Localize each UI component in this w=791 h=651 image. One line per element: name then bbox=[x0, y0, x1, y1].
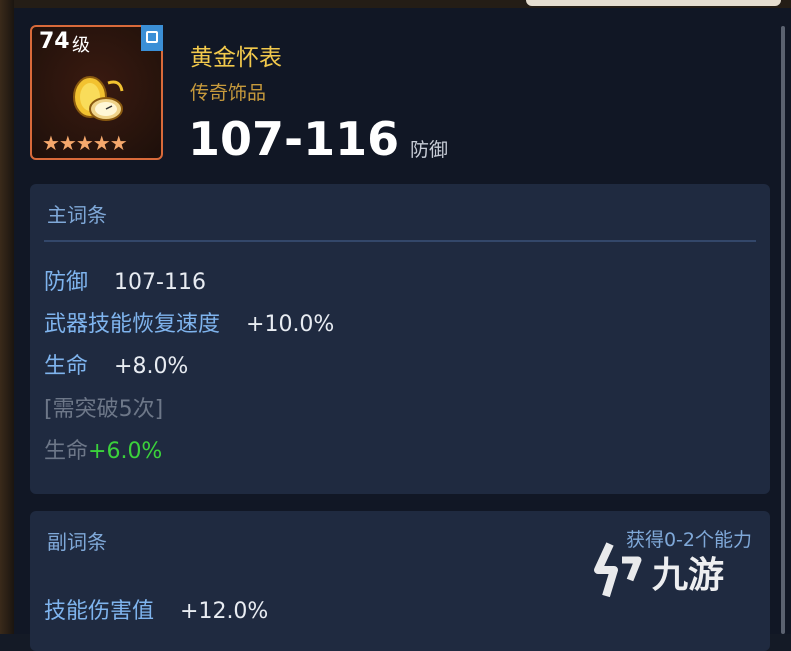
window-frame bbox=[0, 0, 14, 634]
attribute-line: 武器技能恢复速度 +10.0% bbox=[44, 306, 334, 338]
attribute-value: 107-116 bbox=[114, 270, 206, 295]
attribute-label: 生命 bbox=[44, 354, 89, 379]
rarity-stars: ★★★★★ bbox=[42, 131, 128, 155]
locked-attribute-value: +6.0% bbox=[88, 439, 163, 464]
attribute-value: +10.0% bbox=[246, 312, 335, 337]
pocket-watch-icon bbox=[73, 76, 124, 121]
locked-requirement-note: [需突破5次] bbox=[44, 397, 164, 422]
item-name: 黄金怀表 bbox=[190, 45, 282, 71]
bookmark-icon[interactable] bbox=[141, 25, 163, 51]
attribute-line: 防御 107-116 bbox=[44, 264, 206, 296]
section-title: 主词条 bbox=[47, 203, 107, 227]
attribute-value: +12.0% bbox=[180, 599, 269, 624]
item-icon-frame[interactable]: 74 级 ★★★★★ bbox=[30, 25, 163, 160]
section-title: 副词条 bbox=[47, 530, 107, 554]
watermark-text: 九游 bbox=[652, 555, 725, 596]
attribute-line: 生命 +8.0% bbox=[44, 348, 188, 380]
item-level: 74 bbox=[39, 29, 70, 54]
section-divider bbox=[44, 240, 756, 242]
item-main-stat-unit: 防御 bbox=[410, 139, 449, 161]
scrollbar[interactable] bbox=[781, 26, 785, 634]
attribute-label: 技能伤害值 bbox=[44, 599, 155, 624]
attribute-label: 防御 bbox=[44, 270, 89, 295]
top-tab[interactable] bbox=[526, 0, 781, 6]
main-attributes-section: 主词条 防御 107-116 武器技能恢复速度 +10.0% 生命 +8.0% [需突… bbox=[30, 184, 770, 494]
attribute-label: 武器技能恢复速度 bbox=[44, 312, 221, 337]
locked-attribute-line: 生命+6.0% bbox=[44, 433, 162, 465]
attribute-line: 技能伤害值 +12.0% bbox=[44, 593, 268, 625]
locked-attribute-label: 生命 bbox=[44, 439, 89, 464]
item-level-unit: 级 bbox=[72, 35, 90, 56]
attribute-value: +8.0% bbox=[114, 354, 189, 379]
item-rarity: 传奇饰品 bbox=[190, 82, 267, 104]
watermark-logo: 九游 bbox=[592, 540, 762, 600]
item-main-stat-value: 107-116 bbox=[188, 112, 400, 166]
watermark-icon bbox=[594, 542, 642, 598]
